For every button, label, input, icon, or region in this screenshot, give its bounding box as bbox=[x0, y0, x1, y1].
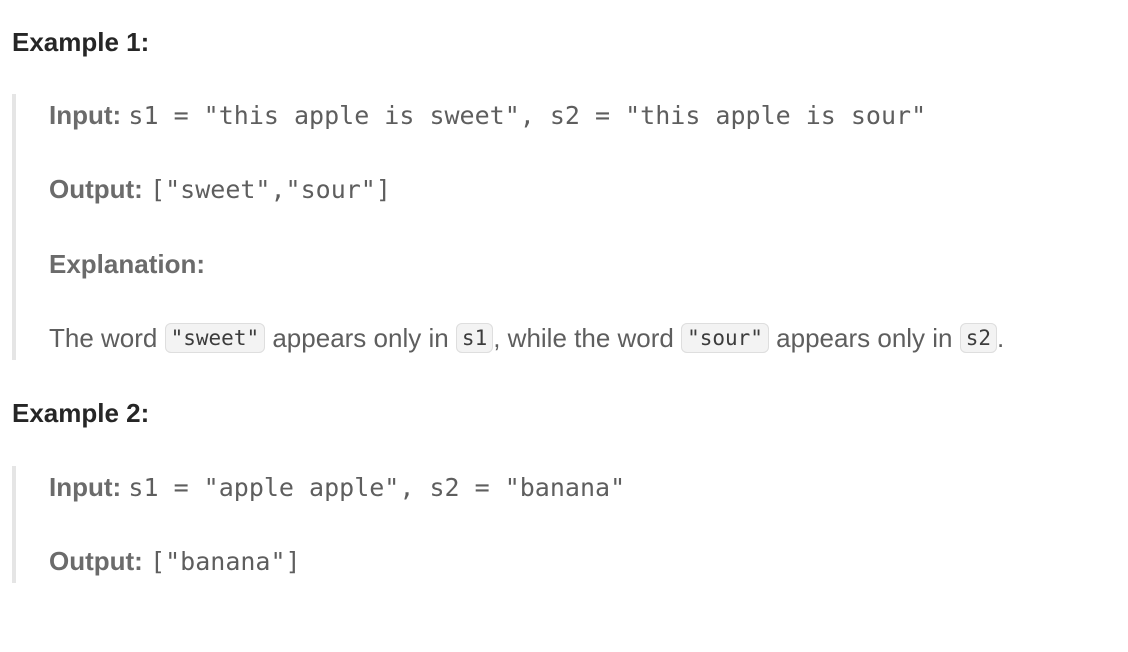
example-1-block: Input: s1 = "this apple is sweet", s2 = … bbox=[12, 94, 1122, 360]
input-label: Input: bbox=[49, 472, 122, 502]
inline-code: s2 bbox=[959, 323, 998, 353]
example-2-heading: Example 2: bbox=[12, 398, 150, 428]
example-2-block: Input: s1 = "apple apple", s2 = "banana"… bbox=[12, 466, 812, 583]
explanation-text: , while the word bbox=[493, 323, 682, 353]
explanation-text: appears only in bbox=[265, 323, 456, 353]
example-1-explanation-label: Explanation: bbox=[49, 247, 205, 281]
example-1-input: Input: s1 = "this apple is sweet", s2 = … bbox=[49, 98, 926, 133]
explanation-label: Explanation: bbox=[49, 249, 206, 279]
output-label: Output: bbox=[49, 174, 143, 204]
inline-code: "sour" bbox=[681, 323, 769, 353]
output-value: ["sweet","sour"] bbox=[150, 175, 391, 204]
output-value: ["banana"] bbox=[150, 547, 301, 576]
inline-code: "sweet" bbox=[164, 323, 266, 353]
example-2-input: Input: s1 = "apple apple", s2 = "banana" bbox=[49, 470, 625, 505]
input-value: s1 = "this apple is sweet", s2 = "this a… bbox=[128, 101, 927, 130]
output-label: Output: bbox=[49, 546, 143, 576]
input-label: Input: bbox=[49, 100, 122, 130]
inline-code: s1 bbox=[455, 323, 494, 353]
example-1-output: Output: ["sweet","sour"] bbox=[49, 172, 391, 207]
example-1-explanation: The word "sweet" appears only in s1, whi… bbox=[49, 321, 1004, 355]
input-value: s1 = "apple apple", s2 = "banana" bbox=[128, 473, 626, 502]
example-2-output: Output: ["banana"] bbox=[49, 544, 301, 579]
explanation-text: . bbox=[997, 323, 1005, 353]
problem-examples: Example 1: Input: s1 = "this apple is sw… bbox=[0, 0, 1128, 652]
explanation-text: appears only in bbox=[768, 323, 960, 353]
example-1-heading: Example 1: bbox=[12, 27, 150, 57]
explanation-text: The word bbox=[49, 323, 165, 353]
